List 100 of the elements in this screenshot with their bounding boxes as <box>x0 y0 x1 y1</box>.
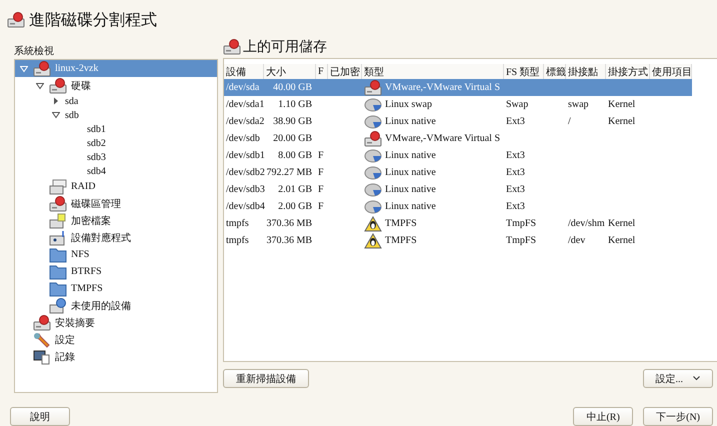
rescan-button[interactable]: 重新掃描設備 <box>223 369 309 388</box>
drive-note-icon <box>49 212 67 228</box>
tree-item[interactable]: 記錄 <box>15 348 217 365</box>
table-cell: F <box>318 201 324 212</box>
table-cell: Kernel <box>608 116 636 127</box>
tree-item[interactable]: sdb <box>15 108 217 122</box>
table-cell: Linux native <box>385 201 436 212</box>
column-header[interactable]: 掛接方式 <box>606 64 650 79</box>
table-cell: tmpfs <box>226 218 249 229</box>
expanded-arrow-icon[interactable] <box>52 111 60 119</box>
penguin-icon <box>364 232 382 248</box>
table-row[interactable]: /dev/sdb2 792.27 MB F Linux native Ext3 <box>224 164 692 181</box>
tree-item[interactable]: sdb2 <box>15 136 217 150</box>
table-cell: Swap <box>506 99 528 110</box>
drive-icon <box>7 12 25 28</box>
table-cell: swap <box>568 99 589 110</box>
caret-icon <box>693 376 700 381</box>
table-cell: /dev/sdb3 <box>226 184 265 195</box>
tree-item[interactable]: sdb3 <box>15 150 217 164</box>
table-cell: Linux swap <box>385 99 432 110</box>
drive-icon <box>364 130 382 146</box>
table-cell: Ext3 <box>506 201 525 212</box>
column-header[interactable]: 設備 <box>224 64 264 79</box>
tree-item[interactable]: 未使用的設備 <box>15 297 217 314</box>
table-cell: TmpFS <box>506 218 536 229</box>
table-cell: 38.90 GB <box>273 116 312 127</box>
drive-icon <box>49 78 67 94</box>
tree-item[interactable]: RAID <box>15 178 217 195</box>
abort-button[interactable]: 中止(R) <box>573 407 634 426</box>
table-cell: 370.36 MB <box>266 218 312 229</box>
disc-icon <box>364 198 382 214</box>
collapsed-arrow-icon[interactable] <box>52 97 60 105</box>
next-button[interactable]: 下一步(N) <box>643 407 713 426</box>
tree-item[interactable]: NFS <box>15 246 217 263</box>
table-row[interactable]: tmpfs 370.36 MB TMPFS TmpFS /dev Kernel <box>224 232 692 249</box>
table-cell: /dev/sdb4 <box>226 201 265 212</box>
column-header[interactable]: F <box>316 64 328 79</box>
tree-item[interactable]: 磁碟區管理 <box>15 195 217 212</box>
folder-icon <box>49 280 67 296</box>
table-cell: /dev/sda <box>226 82 260 93</box>
tree-item[interactable]: BTRFS <box>15 263 217 280</box>
table-cell: Ext3 <box>506 116 525 127</box>
penguin-icon <box>364 216 382 232</box>
table-cell: /dev/shm <box>568 218 605 229</box>
tree-item[interactable]: 設定 <box>15 331 217 348</box>
table-cell: TmpFS <box>506 235 536 246</box>
expanded-arrow-icon[interactable] <box>36 82 44 90</box>
column-header[interactable]: 已加密 <box>328 64 362 79</box>
table-row[interactable]: tmpfs 370.36 MB TMPFS TmpFS /dev/shm Kernel <box>224 215 692 232</box>
tree-item[interactable]: sda <box>15 94 217 108</box>
table-cell: /dev/sdb2 <box>226 167 265 178</box>
table-cell: 2.01 GB <box>278 184 312 195</box>
tree-item[interactable]: 硬碟 <box>15 77 217 94</box>
table-cell: /dev <box>568 235 586 246</box>
drive-icon <box>33 314 51 330</box>
table-cell: 8.00 GB <box>278 150 312 161</box>
table-row[interactable]: /dev/sdb3 2.01 GB F Linux native Ext3 <box>224 181 692 198</box>
tree-item[interactable]: TMPFS <box>15 280 217 297</box>
table-cell: / <box>568 116 571 127</box>
table-cell: Linux native <box>385 150 436 161</box>
table-row[interactable]: /dev/sdb1 8.00 GB F Linux native Ext3 <box>224 147 692 164</box>
table-cell: /dev/sdb1 <box>226 150 265 161</box>
drive-icon <box>223 39 241 55</box>
table-row[interactable]: /dev/sdb 20.00 GB VMware,-VMware Virtual S <box>224 130 692 147</box>
column-header[interactable]: 類型 <box>362 64 504 79</box>
column-header[interactable]: FS 類型 <box>504 64 544 79</box>
table-cell: 40.00 GB <box>273 82 312 93</box>
table-cell: Kernel <box>608 235 636 246</box>
table-cell: VMware,-VMware Virtual S <box>385 133 500 144</box>
table-cell: 370.36 MB <box>266 235 312 246</box>
column-header[interactable]: 掛接點 <box>566 64 606 79</box>
column-header[interactable]: 標籤 <box>544 64 566 79</box>
disc-icon <box>364 148 382 164</box>
table-cell: /dev/sdb <box>226 133 260 144</box>
disc-icon <box>364 114 382 130</box>
column-header[interactable]: 使用項目 <box>650 64 692 79</box>
tree-item[interactable]: 安裝摘要 <box>15 314 217 331</box>
panel-title: 上的可用儲存 <box>243 38 327 56</box>
tree-item[interactable]: 加密檔案 <box>15 212 217 229</box>
column-header[interactable]: 大小 <box>264 64 316 79</box>
tree-item[interactable]: 設備對應程式 <box>15 229 217 246</box>
table-cell: VMware,-VMware Virtual S <box>385 82 500 93</box>
drive-question-icon <box>49 298 67 314</box>
table-row[interactable]: /dev/sdb4 2.00 GB F Linux native Ext3 <box>224 198 692 215</box>
drives-icon <box>49 178 67 194</box>
tree-item[interactable]: sdb4 <box>15 164 217 178</box>
table-cell: F <box>318 184 324 195</box>
configure-dropdown[interactable]: 設定... <box>642 369 713 388</box>
disc-icon <box>364 164 382 180</box>
tree-item[interactable]: sdb1 <box>15 122 217 136</box>
table-cell: TMPFS <box>385 235 417 246</box>
folder-icon <box>49 246 67 262</box>
disc-icon <box>364 96 382 112</box>
table-cell: /dev/sda1 <box>226 99 264 110</box>
drive-arrow-icon <box>49 230 67 246</box>
table-row[interactable]: /dev/sda2 38.90 GB Linux native Ext3 / Kernel <box>224 113 692 130</box>
table-row[interactable]: /dev/sda1 1.10 GB Linux swap Swap swap Kernel <box>224 96 692 113</box>
table-cell: Kernel <box>608 218 636 229</box>
help-button[interactable]: 說明 <box>10 407 70 426</box>
table-cell: 2.00 GB <box>278 201 312 212</box>
